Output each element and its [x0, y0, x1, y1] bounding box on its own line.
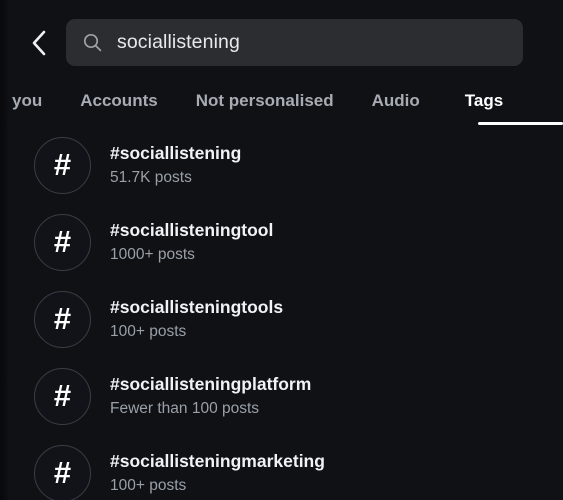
hashtag-glyph: #	[53, 378, 72, 413]
tag-name: #sociallisteningtools	[110, 297, 284, 318]
hashtag-icon: #	[34, 214, 91, 271]
list-item[interactable]: # #sociallistening 51.7K posts	[0, 127, 563, 204]
search-results-screen: sociallistening you Accounts Not persona…	[0, 0, 563, 500]
list-item-text: #sociallisteningplatform Fewer than 100 …	[110, 374, 311, 418]
list-item[interactable]: # #sociallisteningtool 1000+ posts	[0, 204, 563, 281]
list-item-text: #sociallisteningmarketing 100+ posts	[110, 451, 325, 495]
list-item[interactable]: # #sociallisteningplatform Fewer than 10…	[0, 358, 563, 435]
tag-results-list[interactable]: # #sociallistening 51.7K posts # #social…	[0, 127, 563, 500]
back-button[interactable]	[22, 22, 56, 64]
hashtag-glyph: #	[53, 301, 72, 336]
tag-post-count: 1000+ posts	[110, 246, 195, 264]
search-icon	[83, 33, 102, 52]
search-header: sociallistening	[0, 0, 563, 76]
hashtag-icon: #	[34, 137, 91, 194]
tag-post-count: 51.7K posts	[110, 169, 192, 187]
list-item[interactable]: # #sociallisteningmarketing 100+ posts	[0, 435, 563, 500]
list-item[interactable]: # #sociallisteningtools 100+ posts	[0, 281, 563, 358]
hashtag-glyph: #	[53, 224, 72, 259]
active-tab-indicator	[478, 122, 563, 125]
tag-post-count: 100+ posts	[110, 323, 187, 341]
chevron-left-icon	[29, 29, 49, 57]
search-input-value: sociallistening	[117, 31, 240, 53]
list-item-text: #sociallisteningtools 100+ posts	[110, 297, 283, 341]
hashtag-glyph: #	[53, 147, 72, 182]
tab-accounts[interactable]: Accounts	[80, 92, 157, 109]
list-item-text: #sociallisteningtool 1000+ posts	[110, 220, 273, 264]
hashtag-glyph: #	[53, 455, 72, 490]
hashtag-icon: #	[34, 368, 91, 425]
tab-for-you[interactable]: you	[12, 92, 42, 109]
hashtag-icon: #	[34, 291, 91, 348]
search-input[interactable]: sociallistening	[66, 19, 523, 66]
tabs-strip[interactable]: you Accounts Not personalised Audio Tags	[0, 76, 563, 124]
tab-not-personalised[interactable]: Not personalised	[196, 92, 334, 109]
search-tabs: you Accounts Not personalised Audio Tags	[0, 76, 563, 126]
tag-name: #sociallistening	[110, 143, 242, 164]
tag-name: #sociallisteningmarketing	[110, 451, 325, 472]
list-item-text: #sociallistening 51.7K posts	[110, 143, 241, 187]
tag-name: #sociallisteningplatform	[110, 374, 312, 395]
tab-tags[interactable]: Tags	[465, 92, 503, 109]
tag-post-count: Fewer than 100 posts	[110, 400, 260, 418]
tag-post-count: 100+ posts	[110, 477, 187, 495]
tag-name: #sociallisteningtool	[110, 220, 274, 241]
tab-audio[interactable]: Audio	[372, 92, 420, 109]
hashtag-icon: #	[34, 445, 91, 500]
